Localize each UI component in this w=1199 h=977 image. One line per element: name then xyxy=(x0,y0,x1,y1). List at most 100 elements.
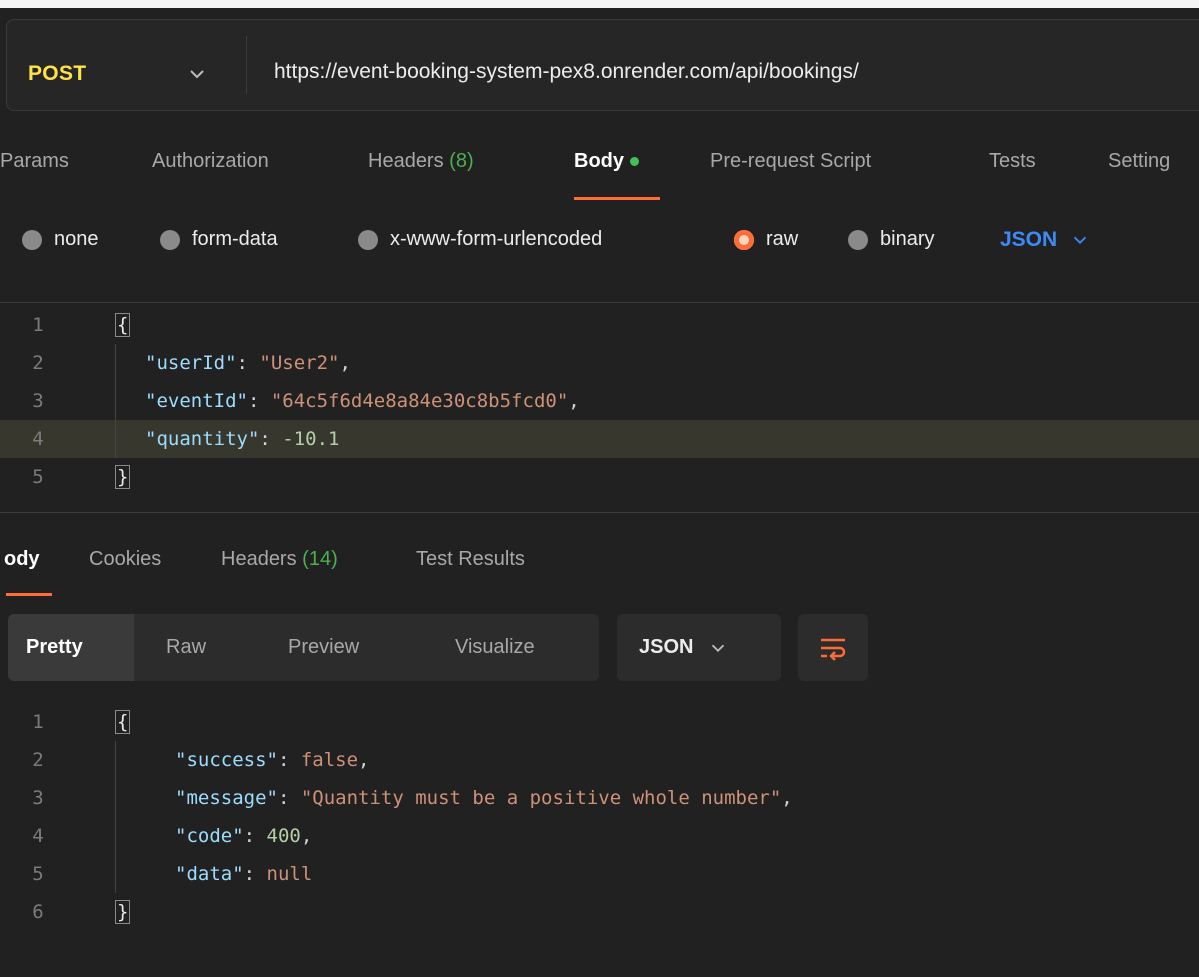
code-line: 5 } xyxy=(0,458,1199,496)
headers-count: (8) xyxy=(449,150,474,172)
json-value: 400 xyxy=(266,825,301,847)
json-key: "data" xyxy=(175,863,244,885)
json-value: "User2" xyxy=(259,352,340,374)
divider xyxy=(0,302,1199,303)
indent-guide xyxy=(115,344,116,382)
json-value: "64c5f6d4e8a84e30c8b5fcd0" xyxy=(270,390,569,412)
body-type-options: none form-data x-www-form-urlencoded raw… xyxy=(0,228,1199,262)
line-number: 3 xyxy=(32,787,44,809)
chevron-down-icon xyxy=(712,644,725,652)
request-tabs: Params Authorization Headers (8) Body Pr… xyxy=(0,150,1199,190)
radio-none-indicator[interactable] xyxy=(22,229,42,250)
tab-headers[interactable]: Headers (8) xyxy=(368,150,474,173)
line-number: 4 xyxy=(32,428,44,450)
tab-authorization[interactable]: Authorization xyxy=(152,150,269,173)
radio-raw-label: raw xyxy=(766,228,799,250)
wrap-lines-button[interactable] xyxy=(798,614,868,681)
indent-guide xyxy=(115,855,116,893)
line-number: 2 xyxy=(32,352,44,374)
radio-binary-label: binary xyxy=(880,228,935,250)
window-top-strip xyxy=(0,0,1199,8)
line-number: 2 xyxy=(32,749,44,771)
line-number: 1 xyxy=(32,314,44,336)
indent-guide xyxy=(115,382,116,420)
indent-guide xyxy=(115,817,116,855)
radio-none-label: none xyxy=(54,228,99,250)
tab-response-body[interactable]: ody xyxy=(4,548,40,571)
radio-binary-indicator[interactable] xyxy=(848,229,868,250)
line-number: 4 xyxy=(32,825,44,847)
open-brace: { xyxy=(115,710,131,734)
radio-form-data-label: form-data xyxy=(192,228,278,250)
open-brace: { xyxy=(115,313,131,337)
view-visualize-button[interactable]: Visualize xyxy=(455,614,535,681)
json-key: "message" xyxy=(175,787,278,809)
code-line-highlighted: 4 "quantity": -10.1 xyxy=(0,420,1199,458)
tab-settings[interactable]: Setting xyxy=(1108,150,1170,173)
tab-test-results[interactable]: Test Results xyxy=(416,548,525,571)
url-input[interactable]: https://event-booking-system-pex8.onrend… xyxy=(274,60,859,84)
chevron-down-icon[interactable] xyxy=(185,62,209,86)
line-number: 5 xyxy=(32,863,44,885)
radio-raw[interactable]: raw xyxy=(734,228,798,251)
response-format-label: JSON xyxy=(639,636,694,658)
close-brace: } xyxy=(115,900,131,924)
code-line: 3 "eventId": "64c5f6d4e8a84e30c8b5fcd0", xyxy=(0,382,1199,420)
view-raw-button[interactable]: Raw xyxy=(166,614,206,681)
json-key: "quantity" xyxy=(145,428,260,450)
radio-form-data[interactable]: form-data xyxy=(160,228,278,251)
response-format-select[interactable]: JSON xyxy=(617,614,781,681)
line-number: 1 xyxy=(32,711,44,733)
url-divider xyxy=(246,36,247,94)
code-line: 5 "data": null xyxy=(0,855,1199,893)
json-value: -10.1 xyxy=(282,428,340,450)
tab-params[interactable]: Params xyxy=(0,150,69,173)
tab-headers-label: Headers xyxy=(368,150,444,172)
json-key: "userId" xyxy=(145,352,237,374)
code-line: 6 } xyxy=(0,893,1199,931)
code-line: 2 "userId": "User2", xyxy=(0,344,1199,382)
view-pretty-button[interactable]: Pretty xyxy=(8,614,134,681)
line-number: 3 xyxy=(32,390,44,412)
radio-urlencoded-indicator[interactable] xyxy=(358,229,378,250)
response-tabs: ody Cookies Headers (14) Test Results xyxy=(0,548,1199,588)
http-method-select[interactable]: POST xyxy=(28,62,86,86)
tab-cookies[interactable]: Cookies xyxy=(89,548,161,571)
code-line: 2 "success": false, xyxy=(0,741,1199,779)
active-tab-underline xyxy=(574,197,660,200)
json-value: "Quantity must be a positive whole numbe… xyxy=(300,787,782,809)
json-key: "eventId" xyxy=(145,390,248,412)
json-key: "success" xyxy=(175,749,278,771)
tab-body[interactable]: Body xyxy=(574,150,639,173)
wrap-lines-icon xyxy=(821,638,846,661)
indent-guide xyxy=(115,741,116,779)
radio-form-data-indicator[interactable] xyxy=(160,229,180,250)
tab-response-headers-label: Headers xyxy=(221,548,297,570)
indent-guide xyxy=(115,420,116,458)
close-brace: } xyxy=(115,465,131,489)
json-value: null xyxy=(266,863,313,885)
json-key: "code" xyxy=(175,825,244,847)
tab-prerequest-script[interactable]: Pre-request Script xyxy=(710,150,871,173)
tab-body-label: Body xyxy=(574,150,624,172)
tab-tests[interactable]: Tests xyxy=(989,150,1036,173)
response-headers-count: (14) xyxy=(302,548,338,570)
body-language-label: JSON xyxy=(1000,228,1058,251)
response-view-toggle: Pretty Raw Preview Visualize xyxy=(8,614,599,681)
divider xyxy=(0,512,1199,513)
radio-raw-indicator[interactable] xyxy=(734,229,754,250)
radio-binary[interactable]: binary xyxy=(848,228,934,251)
body-language-select[interactable]: JSON xyxy=(1000,228,1091,252)
line-number: 6 xyxy=(32,901,44,923)
view-preview-button[interactable]: Preview xyxy=(288,614,359,681)
radio-none[interactable]: none xyxy=(22,228,99,251)
code-line: 3 "message": "Quantity must be a positiv… xyxy=(0,779,1199,817)
tab-response-headers[interactable]: Headers (14) xyxy=(221,548,338,571)
json-value: false xyxy=(300,749,359,771)
code-line: 1 { xyxy=(0,306,1199,344)
line-number: 5 xyxy=(32,466,44,488)
code-line: 1 { xyxy=(0,703,1199,741)
code-line: 4 "code": 400, xyxy=(0,817,1199,855)
radio-urlencoded-label: x-www-form-urlencoded xyxy=(390,228,603,250)
radio-urlencoded[interactable]: x-www-form-urlencoded xyxy=(358,228,602,251)
